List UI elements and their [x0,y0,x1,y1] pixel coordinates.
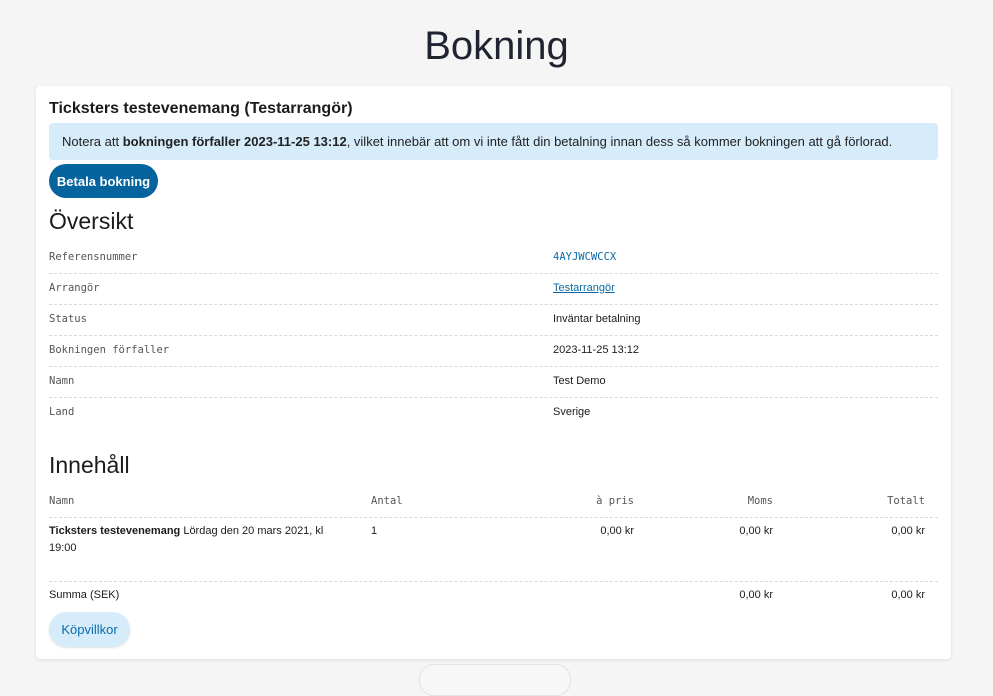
status-label: Status [49,313,87,325]
overview-row-organizer: Arrangör Testarrangör [49,274,938,305]
overview-row-country: Land Sverige [49,398,938,429]
summary-label: Summa (SEK) [49,589,120,601]
expiry-notice: Notera att bokningen förfaller 2023-11-2… [49,123,938,160]
footer-partial-element [419,664,571,696]
organizer-link[interactable]: Testarrangör [553,282,615,294]
overview-row-name: Namn Test Demo [49,367,938,398]
item-qty: 1 [371,525,378,537]
notice-prefix: Notera att [62,134,123,149]
row-divider [49,517,938,518]
item-name: Ticksters testevenemang Lördag den 20 ma… [49,523,329,557]
event-heading: Ticksters testevenemang (Testarrangör) [49,100,353,117]
overview-row-reference: Referensnummer 4AYJWCWCCX [49,243,938,274]
organizer-label: Arrangör [49,282,100,294]
summary-total: 0,00 kr [891,589,925,601]
item-event-name: Ticksters testevenemang [49,525,181,537]
page-title: Bokning [424,24,569,68]
country-value: Sverige [553,406,591,418]
booking-card: Ticksters testevenemang (Testarrangör) N… [36,86,951,659]
expiry-value: 2023-11-25 13:12 [553,344,640,356]
item-total: 0,00 kr [891,525,925,537]
status-value: Inväntar betalning [553,313,641,325]
country-label: Land [49,406,75,418]
col-header-total: Totalt [887,495,925,507]
item-price: 0,00 kr [600,525,634,537]
expiry-label: Bokningen förfaller [49,344,170,356]
reference-value: 4AYJWCWCCX [553,251,617,263]
overview-row-status: Status Inväntar betalning [49,305,938,336]
contents-title: Innehåll [49,452,130,478]
reference-label: Referensnummer [49,251,138,263]
terms-button[interactable]: Köpvillkor [49,612,130,647]
notice-suffix: , vilket innebär att om vi inte fått din… [346,134,893,149]
col-header-name: Namn [49,495,75,507]
overview-row-expiry: Bokningen förfaller 2023-11-25 13:12 [49,336,938,367]
summary-divider [49,581,938,582]
col-header-qty: Antal [371,495,403,507]
pay-booking-button[interactable]: Betala bokning [49,164,158,198]
col-header-price: à pris [596,495,634,507]
col-header-vat: Moms [747,495,773,507]
name-label: Namn [49,375,75,387]
overview-title: Översikt [49,208,134,234]
item-vat: 0,00 kr [739,525,773,537]
notice-deadline: bokningen förfaller 2023-11-25 13:12 [122,134,347,149]
summary-vat: 0,00 kr [739,589,773,601]
name-value: Test Demo [553,375,606,387]
